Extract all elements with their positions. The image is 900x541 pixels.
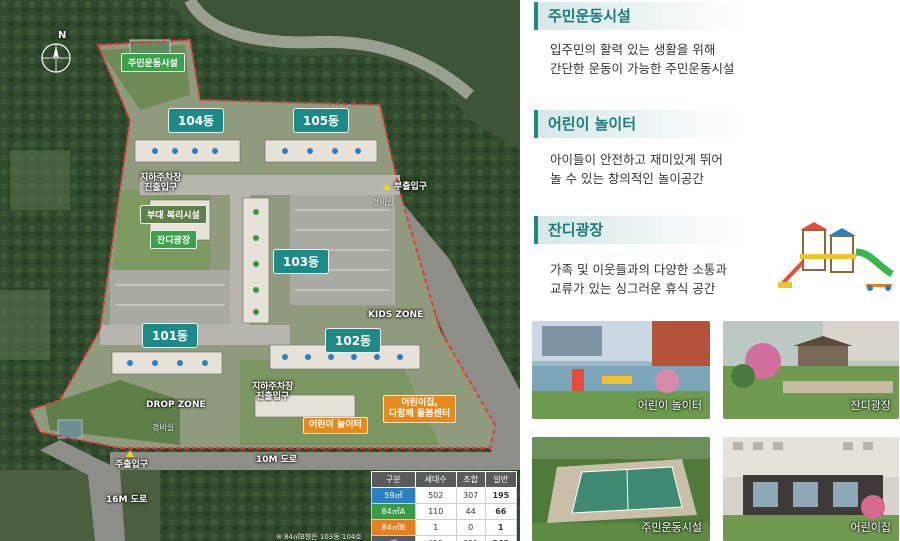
table-row: 84㎡B 1 0 1 xyxy=(371,519,518,536)
table-cell-type: 59㎡ xyxy=(371,487,416,504)
daycare-tag: 어린이집, 다함께 돌봄센터 xyxy=(383,395,457,423)
section-title-playground: 어린이 놀이터 xyxy=(534,110,744,138)
table-cell-general: 66 xyxy=(484,503,518,520)
table-cell-units: 110 xyxy=(414,503,457,520)
playground-equipment-illustration xyxy=(778,222,894,291)
sub-gate-marker-icon xyxy=(383,183,391,190)
parking-entrance-north-label: 지하주차장 진출입구 xyxy=(140,173,181,193)
road-10m-label: 10M 도로 xyxy=(256,455,298,465)
table-row: 84㎡A 110 44 66 xyxy=(371,503,518,520)
parking-north-line2: 진출입구 xyxy=(144,183,178,193)
site-plan-map: N 104동 105동 103동 101동 102동 주민운동시설 부대 복리시… xyxy=(0,0,520,541)
playground-tag: 어린이 놀이터 xyxy=(303,417,368,434)
daycare-tag-line1: 어린이집, xyxy=(401,398,438,408)
photo-caption-daycare: 어린이집 xyxy=(850,521,891,534)
photo-daycare: 어린이집 xyxy=(723,437,899,541)
table-header-type: 구분 xyxy=(371,471,416,488)
table-cell-type: 84㎡A xyxy=(371,503,416,520)
table-cell-units: 613 xyxy=(414,535,457,541)
photo-caption-lawn: 잔디광장 xyxy=(850,399,891,412)
compass-north-label: N xyxy=(58,30,67,41)
table-header-general: 일반 xyxy=(484,471,518,488)
section-body-line: 가족 및 이웃들과의 다양한 소통과 xyxy=(550,262,727,277)
table-cell-type: 계 xyxy=(371,535,416,541)
building-104-label: 104동 xyxy=(168,108,225,133)
section-body-line: 놀 수 있는 창의적인 놀이공간 xyxy=(550,171,704,186)
building-105-label: 105동 xyxy=(293,108,350,133)
building-103-label: 103동 xyxy=(273,249,330,274)
guard-house-east-label: 경비실 xyxy=(372,198,395,207)
table-footnote: ※ 84㎡B형은 103동 104호 xyxy=(276,533,362,541)
table-cell-union: 351 xyxy=(455,535,486,541)
section-title-lawn: 잔디광장 xyxy=(534,216,744,244)
table-cell-union: 0 xyxy=(455,519,486,536)
main-gate-label: 주출입구 xyxy=(115,449,148,471)
sub-gate-text: 부출입구 xyxy=(394,182,428,192)
fitness-facility-tag: 주민운동시설 xyxy=(121,53,185,72)
photo-fitness: 주민운동시설 xyxy=(532,437,710,541)
table-cell-units: 1 xyxy=(414,519,457,536)
sub-gate-label: 부출입구 xyxy=(383,179,427,192)
section-body-playground: 아이들이 안전하고 재미있게 뛰어 놀 수 있는 창의적인 놀이공간 xyxy=(550,150,723,188)
section-title-fitness: 주민운동시설 xyxy=(534,2,744,30)
table-header-row: 구분 세대수 조합 일반 xyxy=(371,471,518,488)
photo-caption-playground: 어린이 놀이터 xyxy=(637,399,702,412)
road-16m-label: 16M 도로 xyxy=(106,495,148,505)
table-cell-general: 1 xyxy=(484,519,518,536)
parking-south-line2: 진출입구 xyxy=(256,392,290,402)
main-gate-text: 주출입구 xyxy=(115,460,149,470)
main-gate-marker-icon xyxy=(126,450,135,457)
table-header-units: 세대수 xyxy=(414,471,457,488)
building-101-label: 101동 xyxy=(142,323,199,348)
building-102-label: 102동 xyxy=(325,328,382,353)
photo-caption-fitness: 주민운동시설 xyxy=(641,521,702,534)
facility-description-panel: 주민운동시설 입주민의 활력 있는 생활을 위해 간단한 운동이 가능한 주민운… xyxy=(520,0,900,541)
table-row: 계 613 351 262 xyxy=(371,535,518,541)
table-cell-general: 195 xyxy=(484,487,518,504)
kids-zone-label: KIDS ZONE xyxy=(368,310,424,320)
guard-house-west-label: 경비실 xyxy=(152,423,175,432)
photo-playground: 어린이 놀이터 xyxy=(532,321,710,419)
north-compass-icon xyxy=(41,43,71,73)
section-body-line: 교류가 있는 싱그러운 휴식 공간 xyxy=(550,281,716,296)
drop-zone-label: DROP ZONE xyxy=(146,400,206,410)
lawn-plaza-tag: 잔디광장 xyxy=(150,230,198,249)
parking-south-line1: 지하주차장 xyxy=(252,382,294,392)
section-body-line: 아이들이 안전하고 재미있게 뛰어 xyxy=(550,152,723,167)
table-header-union: 조합 xyxy=(455,471,486,488)
table-cell-union: 307 xyxy=(455,487,486,504)
table-row: 59㎡ 502 307 195 xyxy=(371,487,518,504)
section-body-line: 입주민의 활력 있는 생활을 위해 xyxy=(550,42,716,57)
table-cell-union: 44 xyxy=(455,503,486,520)
photo-lawn-plaza: 잔디광장 xyxy=(723,321,899,419)
daycare-tag-line2: 다함께 돌봄센터 xyxy=(389,409,451,419)
table-cell-units: 502 xyxy=(414,487,457,504)
unit-count-table: 구분 세대수 조합 일반 59㎡ 502 307 195 84㎡A 110 44… xyxy=(371,471,518,541)
section-body-line: 간단한 운동이 가능한 주민운동시설 xyxy=(550,61,735,76)
table-cell-general: 262 xyxy=(484,535,518,541)
welfare-facility-tag: 부대 복리시설 xyxy=(140,205,207,224)
section-body-lawn: 가족 및 이웃들과의 다양한 소통과 교류가 있는 싱그러운 휴식 공간 xyxy=(550,260,727,298)
parking-north-line1: 지하주차장 xyxy=(140,173,182,183)
table-cell-type: 84㎡B xyxy=(371,519,416,536)
section-body-fitness: 입주민의 활력 있는 생활을 위해 간단한 운동이 가능한 주민운동시설 xyxy=(550,40,734,78)
parking-entrance-south-label: 지하주차장 진출입구 xyxy=(252,382,293,402)
